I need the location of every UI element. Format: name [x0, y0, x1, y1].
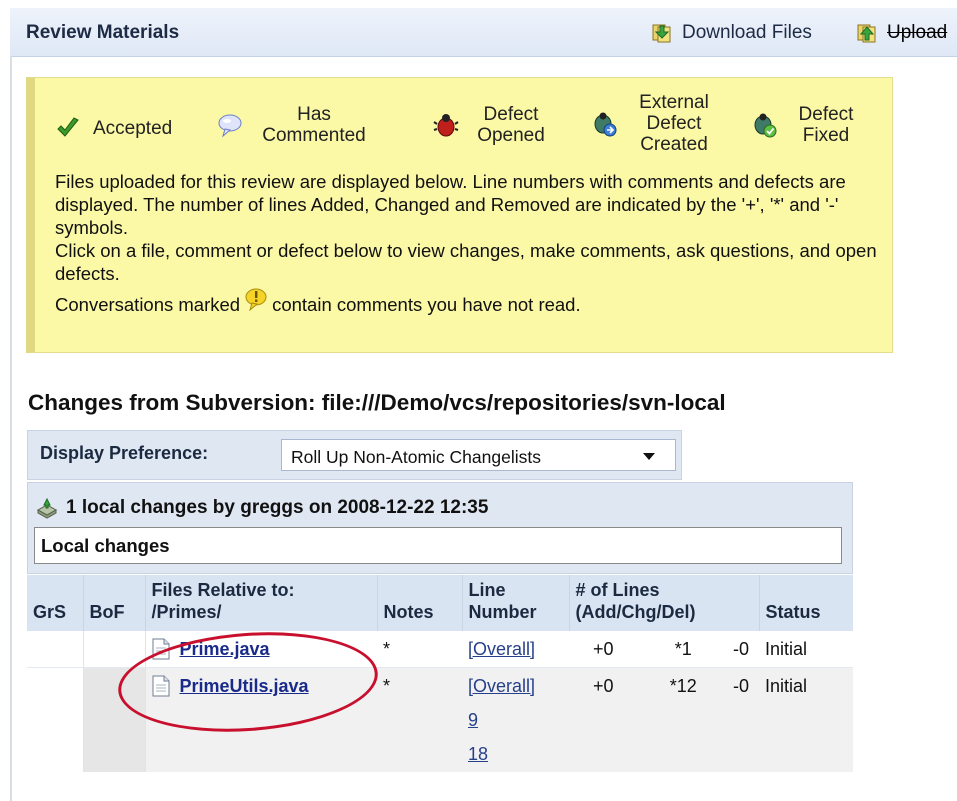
legend-label: Has Commented	[262, 104, 366, 146]
display-preference-label: Display Preference:	[40, 443, 209, 463]
external-defect-created-icon	[594, 112, 617, 136]
conversations-note-before: Conversations marked	[55, 293, 241, 315]
display-preference-bar: Display Preference: Roll Up Non-Atomic C…	[27, 430, 682, 480]
upload-files-icon	[857, 24, 876, 43]
cell-status: Initial	[759, 667, 853, 772]
cell-lines: +0 *12 -0	[569, 667, 759, 772]
legend-defect-fixed: Defect Fixed	[751, 104, 863, 146]
line-link-18[interactable]: 18	[468, 741, 563, 767]
column-header-line-number-line1: Line	[468, 580, 506, 600]
changelist-panel: 1 local changes by greggs on 2008-12-22 …	[27, 482, 853, 574]
lines-removed: -0	[732, 676, 749, 696]
cell-line-number: [Overall]	[462, 631, 569, 668]
lines-added: +0	[593, 639, 614, 659]
display-preference-select[interactable]: Roll Up Non-Atomic Changelists	[281, 439, 676, 471]
line-counts: +0 *12 -0	[575, 673, 753, 699]
has-commented-bubble-icon	[218, 114, 242, 138]
conversations-note-after: contain comments you have not read.	[272, 293, 581, 315]
changes-title: Changes from Subversion: file:///Demo/vc…	[28, 390, 726, 415]
legend-accepted: Accepted	[55, 115, 172, 141]
column-header-bof: BoF	[83, 575, 146, 631]
panel-left-border	[10, 56, 12, 801]
lines-changed: *1	[674, 639, 692, 659]
changelist-heading-text: 1 local changes by greggs on 2008-12-22 …	[66, 497, 489, 518]
changelist-icon	[36, 497, 58, 519]
column-header-files-line1: Files Relative to:	[151, 580, 295, 600]
column-header-grs: GrS	[27, 575, 84, 631]
download-files-icon	[652, 24, 671, 43]
download-files-button[interactable]: Download Files	[650, 22, 812, 44]
column-header-lines: # of Lines (Add/Chg/Del)	[569, 575, 760, 631]
cell-line-number: [Overall] 9 18	[462, 667, 569, 772]
cell-notes: *	[377, 667, 462, 772]
legend-has-commented: Has Commented	[217, 104, 373, 146]
cell-grs	[27, 667, 84, 772]
legend-paragraph-2: Click on a file, comment or defect below…	[55, 240, 877, 284]
line-link-9[interactable]: 9	[468, 707, 563, 733]
upload-label: Upload	[887, 22, 948, 43]
download-files-label: Download Files	[682, 22, 812, 43]
line-link-overall[interactable]: [Overall]	[468, 673, 563, 699]
lines-changed: *12	[669, 676, 697, 696]
cell-lines: +0 *1 -0	[569, 631, 759, 668]
column-header-files: Files Relative to: /Primes/	[145, 575, 378, 631]
chevron-down-icon[interactable]	[643, 453, 655, 460]
legend-label: Accepted	[93, 117, 173, 139]
defect-opened-bug-icon	[433, 114, 459, 137]
line-counts: +0 *1 -0	[575, 636, 753, 662]
column-header-line-number: Line Number	[462, 575, 570, 631]
legend-defect-opened: Defect Opened	[433, 104, 551, 146]
cell-grs	[27, 631, 84, 668]
column-header-files-line2: /Primes/	[151, 602, 222, 622]
legend-label: Defect Opened	[477, 104, 545, 146]
lines-added: +0	[593, 676, 614, 696]
column-header-line-number-line2: Number	[468, 602, 537, 622]
legend-box: Accepted Has Commented Defect Opened Ext…	[26, 77, 893, 353]
column-header-lines-line1: # of Lines	[575, 580, 660, 600]
changelist-subheading: Local changes	[34, 527, 842, 564]
column-header-status: Status	[759, 575, 853, 631]
unread-comment-icon	[245, 288, 267, 311]
display-preference-value: Roll Up Non-Atomic Changelists	[291, 447, 541, 467]
accepted-checkmark-icon	[57, 117, 79, 137]
review-materials-header: Review Materials Download Files Upload	[10, 8, 957, 57]
cell-notes: *	[377, 631, 462, 668]
line-link-overall[interactable]: [Overall]	[468, 636, 563, 662]
legend-row: Accepted Has Commented Defect Opened Ext…	[35, 86, 885, 166]
defect-fixed-icon	[754, 113, 777, 138]
cell-status: Initial	[759, 631, 853, 668]
cell-bof	[83, 631, 146, 668]
legend-label: Defect Fixed	[798, 104, 854, 146]
legend-paragraph-1: Files uploaded for this review are displ…	[55, 171, 846, 238]
legend-description: Files uploaded for this review are displ…	[55, 170, 885, 316]
conversations-note: Conversations marked contain comments yo…	[55, 288, 885, 316]
legend-label: External Defect Created	[639, 92, 709, 155]
legend-external-defect-created: External Defect Created	[591, 92, 719, 155]
panel-title: Review Materials	[26, 22, 180, 43]
changelist-heading: 1 local changes by greggs on 2008-12-22 …	[36, 497, 488, 519]
lines-removed: -0	[732, 639, 749, 659]
column-header-notes: Notes	[377, 575, 463, 631]
upload-button[interactable]: Upload	[855, 22, 947, 44]
column-header-lines-line2: (Add/Chg/Del)	[575, 602, 696, 622]
table-header-row: GrS BoF Files Relative to: /Primes/ Note…	[27, 575, 853, 631]
